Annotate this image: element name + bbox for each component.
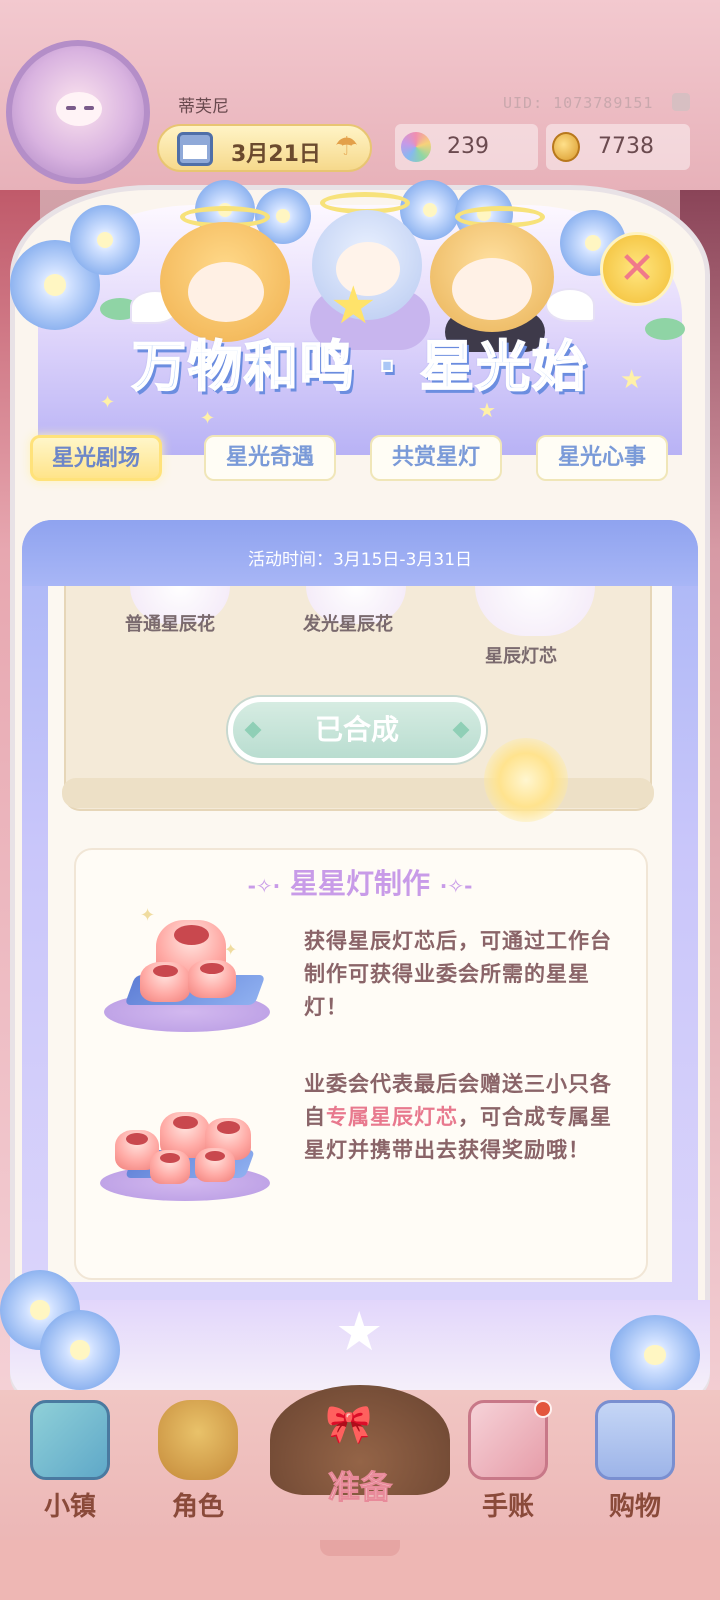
- tab-label: 星光奇遇: [225, 445, 314, 470]
- info-title: -✧· 星星灯制作 ·✧-: [0, 862, 720, 902]
- star-sparkle-icon: ★: [478, 398, 496, 422]
- close-icon: ✕: [618, 243, 656, 294]
- map-icon: [30, 1400, 110, 1480]
- player-name: 蒂芙尼: [178, 97, 229, 117]
- nav-prepare[interactable]: 准备: [300, 1400, 420, 1540]
- star-lantern-icon: [195, 1148, 235, 1182]
- lantern-info-card: [74, 848, 648, 1280]
- info-paragraph-1: 获得星辰灯芯后，可通过工作台制作可获得业委会所需的星星灯！: [304, 929, 612, 1019]
- ornament-icon: ·✧-: [439, 874, 473, 898]
- info-title-text: 星星灯制作: [289, 867, 430, 900]
- gem-amount: 239: [447, 134, 489, 159]
- nav-shopping[interactable]: 购物: [575, 1400, 695, 1540]
- star-lantern-icon: [188, 960, 236, 998]
- blue-flower-icon: [610, 1315, 700, 1395]
- tab-label: 星光剧场: [51, 446, 140, 471]
- tab-star-lanterns[interactable]: 共赏星灯: [370, 435, 502, 481]
- current-date: 3月21日: [231, 142, 321, 167]
- glowing-orb-icon: [484, 738, 568, 822]
- ornament-icon: -✧·: [247, 874, 281, 898]
- nav-label: 小镇: [43, 1492, 96, 1522]
- tab-star-theater[interactable]: 星光剧场: [30, 435, 162, 481]
- nav-town[interactable]: 小镇: [10, 1400, 130, 1540]
- crafted-button-label: 已合成: [314, 713, 399, 746]
- star-sparkle-icon: ✦: [200, 408, 216, 429]
- tab-label: 共赏星灯: [391, 445, 480, 470]
- sparkle-icon: ✦: [224, 940, 238, 959]
- info-paragraph-2: 业委会代表最后会赠送三小只各自专属星辰灯芯，可合成专属星星灯并携带出去获得奖励哦…: [304, 1068, 622, 1167]
- blue-flower-icon: [40, 1310, 120, 1390]
- nav-label: 手账: [481, 1492, 534, 1522]
- gold-coin-icon: [552, 132, 580, 162]
- material-label: 普通星辰花: [125, 614, 215, 635]
- avatar-eye-icon: [66, 106, 76, 110]
- activity-period: 活动时间：3月15日-3月31日: [247, 550, 473, 570]
- rainbow-gem-icon: [401, 132, 431, 162]
- nav-label: 角色: [171, 1492, 224, 1522]
- material-label: 发光星辰花: [303, 614, 393, 635]
- star-sparkle-icon: ★: [620, 365, 644, 395]
- highlight-exclusive-wick: 专属星辰灯芯: [326, 1105, 458, 1129]
- umbrella-weather-icon: ☂: [335, 132, 359, 162]
- tab-star-encounter[interactable]: 星光奇遇: [204, 435, 336, 481]
- notification-badge: [534, 1400, 552, 1418]
- nav-label: 准备: [327, 1468, 392, 1507]
- nav-character[interactable]: 角色: [138, 1400, 258, 1540]
- character-icon: [158, 1400, 238, 1480]
- nav-notebook[interactable]: 手账: [448, 1400, 568, 1540]
- crafted-button[interactable]: 已合成: [228, 697, 486, 763]
- avatar-eye-icon: [84, 106, 94, 110]
- star-lantern-icon: [140, 962, 190, 1002]
- coin-counter[interactable]: 7738: [546, 124, 690, 170]
- character-face: [188, 262, 264, 322]
- event-title: 万物和鸣 · 星光始: [131, 334, 589, 399]
- shopping-bag-icon: [595, 1400, 675, 1480]
- material-label: 星辰灯芯: [485, 646, 557, 667]
- star-lantern-icon: [150, 1150, 190, 1184]
- close-button[interactable]: ✕: [600, 232, 674, 306]
- character-face: [452, 258, 532, 320]
- player-avatar[interactable]: [6, 40, 150, 184]
- blue-flower-icon: [70, 205, 140, 275]
- tab-label: 星光心事: [557, 445, 646, 470]
- star-sparkle-icon: ✦: [100, 392, 116, 413]
- player-uid: UID: 1073789151: [503, 94, 654, 112]
- bottom-gesture-bar: [0, 1540, 720, 1600]
- avatar-face: [56, 92, 102, 126]
- coin-amount: 7738: [598, 134, 654, 159]
- gem-counter[interactable]: 239: [395, 124, 538, 170]
- star-ornament-icon: ★: [335, 1300, 384, 1363]
- calendar-icon: [177, 132, 213, 166]
- tab-star-thoughts[interactable]: 星光心事: [536, 435, 668, 481]
- nav-label: 购物: [608, 1492, 661, 1522]
- date-weather-pill[interactable]: 3月21日 ☂: [157, 124, 372, 172]
- angel-wing-icon: [545, 288, 595, 322]
- copy-icon[interactable]: [672, 93, 690, 111]
- sparkle-icon: ✦: [140, 905, 156, 926]
